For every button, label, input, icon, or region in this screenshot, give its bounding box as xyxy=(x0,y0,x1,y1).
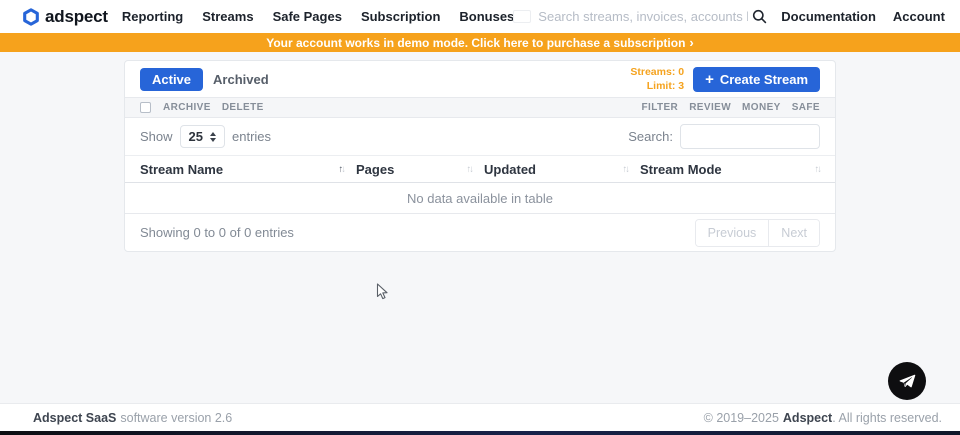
length-label-entries: entries xyxy=(232,129,271,144)
next-page-button[interactable]: Next xyxy=(769,220,819,246)
nav-subscription[interactable]: Subscription xyxy=(361,9,440,24)
column-label: Stream Mode xyxy=(640,162,722,177)
column-label: Pages xyxy=(356,162,394,177)
page-length-value: 25 xyxy=(189,129,203,144)
table-controls: Show 25 entries Search: xyxy=(125,118,835,155)
quota-streams: Streams: 0 xyxy=(630,65,684,79)
streams-panel: Active Archived Streams: 0 Limit: 3 + Cr… xyxy=(124,60,836,252)
adspect-logo[interactable]: adspect xyxy=(22,7,108,27)
nav-bonuses[interactable]: Bonuses xyxy=(459,9,514,24)
table-search-label: Search: xyxy=(628,129,673,144)
previous-page-button[interactable]: Previous xyxy=(696,220,770,246)
select-all-checkbox[interactable] xyxy=(140,102,151,113)
toggle-safe[interactable]: SAFE xyxy=(792,102,820,113)
demo-banner-text: Your account works in demo mode. Click h… xyxy=(266,36,685,50)
account-nav: Documentation Account Sign Out xyxy=(781,9,960,24)
column-header-stream-name[interactable]: Stream Name ↑↓ xyxy=(140,162,356,177)
table-search: Search: xyxy=(628,124,820,149)
page-footer: Adspect SaaS software version 2.6 © 2019… xyxy=(0,403,960,431)
column-label: Stream Name xyxy=(140,162,223,177)
footer-version-text: software version 2.6 xyxy=(120,411,232,425)
nav-safe-pages[interactable]: Safe Pages xyxy=(273,9,342,24)
column-header-pages[interactable]: Pages ↑↓ xyxy=(356,162,484,177)
top-navigation-bar: adspect Reporting Streams Safe Pages Sub… xyxy=(0,0,960,33)
sort-icon: ↑↓ xyxy=(339,164,345,175)
nav-reporting[interactable]: Reporting xyxy=(122,9,183,24)
toggle-filter[interactable]: FILTER xyxy=(642,102,679,113)
toggle-review[interactable]: REVIEW xyxy=(689,102,731,113)
create-stream-button[interactable]: + Create Stream xyxy=(693,67,820,92)
bulk-archive-button[interactable]: ARCHIVE xyxy=(163,102,211,113)
nav-streams[interactable]: Streams xyxy=(202,9,253,24)
telegram-button[interactable] xyxy=(888,362,926,400)
bulk-actions-toolbar: ARCHIVE DELETE FILTER REVIEW MONEY SAFE xyxy=(125,97,835,118)
main-nav: Reporting Streams Safe Pages Subscriptio… xyxy=(122,9,514,24)
nav-account[interactable]: Account xyxy=(893,9,945,24)
nav-documentation[interactable]: Documentation xyxy=(781,9,876,24)
copyright-years: © 2019–2025 xyxy=(704,411,779,425)
length-label-show: Show xyxy=(140,129,173,144)
logo-text: adspect xyxy=(45,7,108,27)
demo-mode-banner[interactable]: Your account works in demo mode. Click h… xyxy=(0,33,960,52)
footer-copyright: © 2019–2025 Adspect . All rights reserve… xyxy=(704,411,942,425)
global-search-input[interactable] xyxy=(538,9,748,24)
column-toggles: FILTER REVIEW MONEY SAFE xyxy=(642,102,820,113)
plus-icon: + xyxy=(705,72,714,87)
search-icon xyxy=(752,9,767,24)
page-length-select[interactable]: 25 xyxy=(180,125,225,148)
tab-active[interactable]: Active xyxy=(140,68,203,91)
sort-icon: ↑↓ xyxy=(815,164,821,175)
copyright-brand: Adspect xyxy=(783,411,832,425)
column-header-updated[interactable]: Updated ↑↓ xyxy=(484,162,640,177)
column-label: Updated xyxy=(484,162,536,177)
telegram-icon xyxy=(897,371,917,391)
entries-info: Showing 0 to 0 of 0 entries xyxy=(140,225,294,240)
stream-quota: Streams: 0 Limit: 3 xyxy=(630,65,684,93)
create-stream-label: Create Stream xyxy=(720,72,808,87)
quota-limit: Limit: 3 xyxy=(630,79,684,93)
language-flag-icon[interactable] xyxy=(514,11,530,22)
select-arrows-icon xyxy=(210,132,216,142)
table-search-input[interactable] xyxy=(680,124,820,149)
footer-version: Adspect SaaS software version 2.6 xyxy=(33,411,232,425)
pagination: Previous Next xyxy=(695,219,820,247)
mouse-cursor xyxy=(376,283,389,306)
search-button[interactable] xyxy=(748,7,771,26)
footer-app-name: Adspect SaaS xyxy=(33,411,116,425)
sort-icon: ↑↓ xyxy=(467,164,473,175)
global-search-zone xyxy=(514,7,781,26)
streams-panel-header: Active Archived Streams: 0 Limit: 3 + Cr… xyxy=(125,61,835,97)
bulk-delete-button[interactable]: DELETE xyxy=(222,102,264,113)
table-footer: Showing 0 to 0 of 0 entries Previous Nex… xyxy=(125,214,835,251)
sort-icon: ↑↓ xyxy=(623,164,629,175)
tab-archived[interactable]: Archived xyxy=(213,72,269,87)
table-header-row: Stream Name ↑↓ Pages ↑↓ Updated ↑↓ Strea… xyxy=(125,155,835,183)
toggle-money[interactable]: MONEY xyxy=(742,102,781,113)
copyright-rest: . All rights reserved. xyxy=(832,411,942,425)
column-header-stream-mode[interactable]: Stream Mode ↑↓ xyxy=(640,162,820,177)
table-empty-message: No data available in table xyxy=(125,183,835,214)
chevron-right-icon: › xyxy=(689,35,693,50)
adspect-logo-icon xyxy=(22,8,40,26)
bottom-edge-strip xyxy=(0,431,960,435)
